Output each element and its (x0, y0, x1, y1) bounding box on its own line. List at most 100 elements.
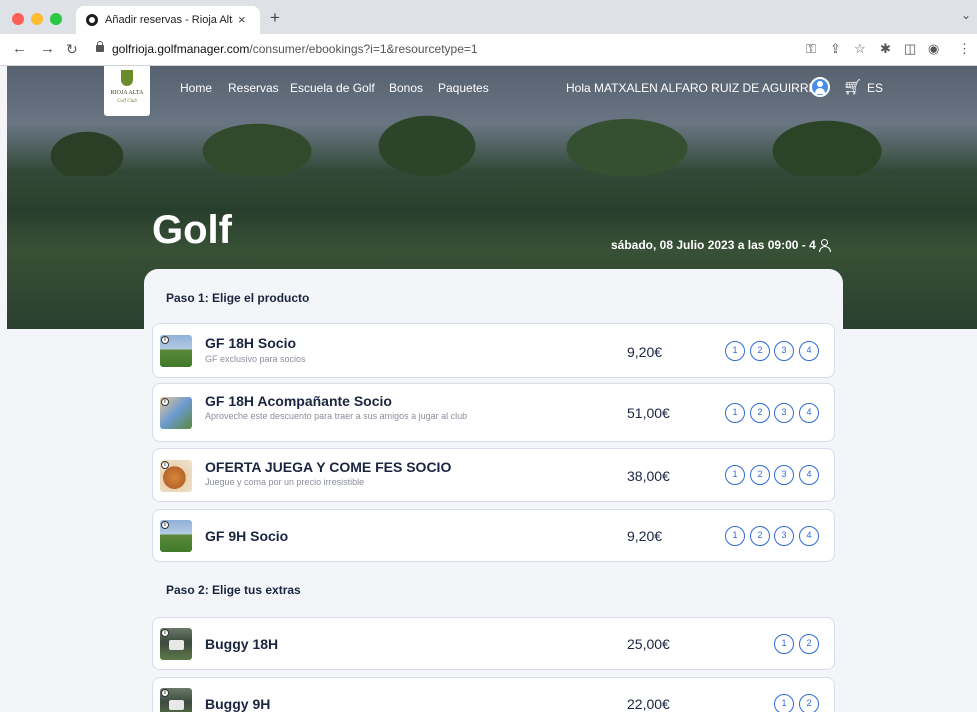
quantity-1-button[interactable]: 1 (725, 341, 745, 361)
user-avatar-icon[interactable] (810, 77, 830, 97)
extra-card[interactable]: i Buggy 18H 25,00€ 1 2 (152, 617, 835, 670)
cart-icon[interactable]: 🛒︎ (843, 78, 862, 96)
share-icon[interactable]: ⇪ (830, 41, 841, 57)
nav-escuela-de-golf[interactable]: Escuela de Golf (290, 81, 375, 95)
product-card[interactable]: i OFERTA JUEGA Y COME FES SOCIO Juegue y… (152, 448, 835, 502)
booking-panel: Paso 1: Elige el producto i GF 18H Socio… (144, 269, 843, 712)
user-greeting[interactable]: Hola MATXALEN ALFARO RUIZ DE AGUIRRE (566, 81, 817, 95)
back-arrow-icon[interactable]: ← (12, 40, 27, 57)
product-price: 38,00€ (627, 468, 670, 484)
quantity-3-button[interactable]: 3 (774, 465, 794, 485)
nav-paquetes[interactable]: Paquetes (438, 81, 489, 95)
lock-icon[interactable] (96, 41, 104, 52)
logo-text: RIOJA ALTA (110, 90, 144, 96)
quantity-4-button[interactable]: 4 (799, 465, 819, 485)
logo-subtext: Golf Club (117, 99, 137, 104)
quantity-4-button[interactable]: 4 (799, 341, 819, 361)
product-price: 51,00€ (627, 405, 670, 421)
url-host: golfrioja.golfmanager.com (112, 42, 250, 56)
info-icon[interactable]: i (161, 461, 169, 469)
quantity-1-button[interactable]: 1 (725, 526, 745, 546)
tab-title: Añadir reservas - Rioja Alta Go (105, 14, 233, 26)
step-2-heading: Paso 2: Elige tus extras (166, 583, 301, 597)
extra-thumbnail: i (160, 628, 192, 660)
quantity-1-button[interactable]: 1 (725, 403, 745, 423)
profile-icon[interactable]: ◉ (928, 41, 939, 57)
extra-title: Buggy 18H (205, 636, 279, 652)
page-content: RIOJA ALTA Golf Club Home Reservas Escue… (0, 66, 977, 712)
key-icon[interactable]: ⚿ (806, 41, 816, 57)
close-window-button[interactable] (12, 13, 24, 25)
info-icon[interactable]: i (161, 629, 169, 637)
info-icon[interactable]: i (161, 689, 169, 697)
product-title: GF 18H Acompañante Socio (205, 393, 392, 409)
quantity-1-button[interactable]: 1 (774, 694, 794, 712)
quantity-2-button[interactable]: 2 (750, 403, 770, 423)
product-title: OFERTA JUEGA Y COME FES SOCIO (205, 459, 452, 475)
hero-background-image (7, 106, 977, 176)
new-tab-button[interactable]: + (270, 8, 280, 28)
address-bar[interactable]: golfrioja.golfmanager.com/consumer/ebook… (112, 42, 478, 56)
bookmark-star-icon[interactable]: ☆ (854, 41, 866, 57)
quantity-2-button[interactable]: 2 (799, 634, 819, 654)
quantity-2-button[interactable]: 2 (750, 341, 770, 361)
product-price: 9,20€ (627, 344, 663, 360)
nav-reservas[interactable]: Reservas (228, 81, 279, 95)
quantity-2-button[interactable]: 2 (799, 694, 819, 712)
language-selector[interactable]: ES (867, 81, 883, 95)
forward-arrow-icon[interactable]: → (40, 40, 55, 57)
product-thumbnail: i (160, 460, 192, 492)
extensions-icon[interactable]: ✱ (880, 41, 891, 57)
product-card[interactable]: i GF 18H Acompañante Socio Aproveche est… (152, 383, 835, 442)
quantity-4-button[interactable]: 4 (799, 403, 819, 423)
booking-datetime: sábado, 08 Julio 2023 a las 09:00 - 4 (611, 238, 831, 252)
person-icon (818, 239, 831, 252)
quantity-2-button[interactable]: 2 (750, 526, 770, 546)
info-icon[interactable]: i (161, 398, 169, 406)
product-subtitle: GF exclusivo para socios (205, 354, 306, 364)
quantity-3-button[interactable]: 3 (774, 341, 794, 361)
product-card[interactable]: i GF 9H Socio 9,20€ 1 2 3 4 (152, 509, 835, 562)
site-logo[interactable]: RIOJA ALTA Golf Club (104, 66, 150, 116)
product-thumbnail: i (160, 397, 192, 429)
quantity-4-button[interactable]: 4 (799, 526, 819, 546)
reload-icon[interactable]: ↻ (66, 41, 78, 58)
side-panel-icon[interactable]: ◫ (904, 41, 916, 57)
quantity-1-button[interactable]: 1 (725, 465, 745, 485)
quantity-1-button[interactable]: 1 (774, 634, 794, 654)
extra-card[interactable]: i Buggy 9H 22,00€ 1 2 (152, 677, 835, 712)
browser-menu-icon[interactable]: ⋮ (958, 41, 971, 57)
booking-date-text: sábado, 08 Julio 2023 a las 09:00 - 4 (611, 238, 816, 252)
quantity-2-button[interactable]: 2 (750, 465, 770, 485)
product-title: GF 18H Socio (205, 335, 297, 351)
maximize-window-button[interactable] (50, 13, 62, 25)
extra-thumbnail: i (160, 688, 192, 712)
nav-home[interactable]: Home (180, 81, 212, 95)
product-subtitle: Juegue y coma por un precio irresistible (205, 477, 365, 487)
info-icon[interactable]: i (161, 336, 169, 344)
product-thumbnail: i (160, 520, 192, 552)
step-1-heading: Paso 1: Elige el producto (166, 291, 310, 305)
nav-bonos[interactable]: Bonos (389, 81, 423, 95)
page-title: Golf (152, 208, 232, 252)
quantity-3-button[interactable]: 3 (774, 403, 794, 423)
extra-price: 25,00€ (627, 636, 670, 652)
tab-search-chevron-icon[interactable]: ⌄ (961, 8, 971, 22)
product-thumbnail: i (160, 335, 192, 367)
info-icon[interactable]: i (161, 521, 169, 529)
product-price: 9,20€ (627, 528, 663, 544)
product-subtitle: Aproveche este descuento para traer a su… (205, 411, 468, 421)
product-card[interactable]: i GF 18H Socio GF exclusivo para socios … (152, 323, 835, 378)
url-path: /consumer/ebookings?i=1&resourcetype=1 (249, 42, 478, 56)
minimize-window-button[interactable] (31, 13, 43, 25)
product-title: GF 9H Socio (205, 528, 289, 544)
extra-price: 22,00€ (627, 696, 670, 712)
browser-tab[interactable]: Añadir reservas - Rioja Alta Go × (76, 6, 260, 34)
quantity-3-button[interactable]: 3 (774, 526, 794, 546)
site-favicon-icon (86, 14, 98, 26)
extra-title: Buggy 9H (205, 696, 271, 712)
tab-close-icon[interactable]: × (238, 12, 246, 27)
browser-tab-bar: Añadir reservas - Rioja Alta Go × + ⌄ (0, 0, 977, 34)
browser-toolbar: ← → ↻ golfrioja.golfmanager.com/consumer… (0, 34, 977, 66)
logo-emblem-icon (121, 70, 133, 86)
